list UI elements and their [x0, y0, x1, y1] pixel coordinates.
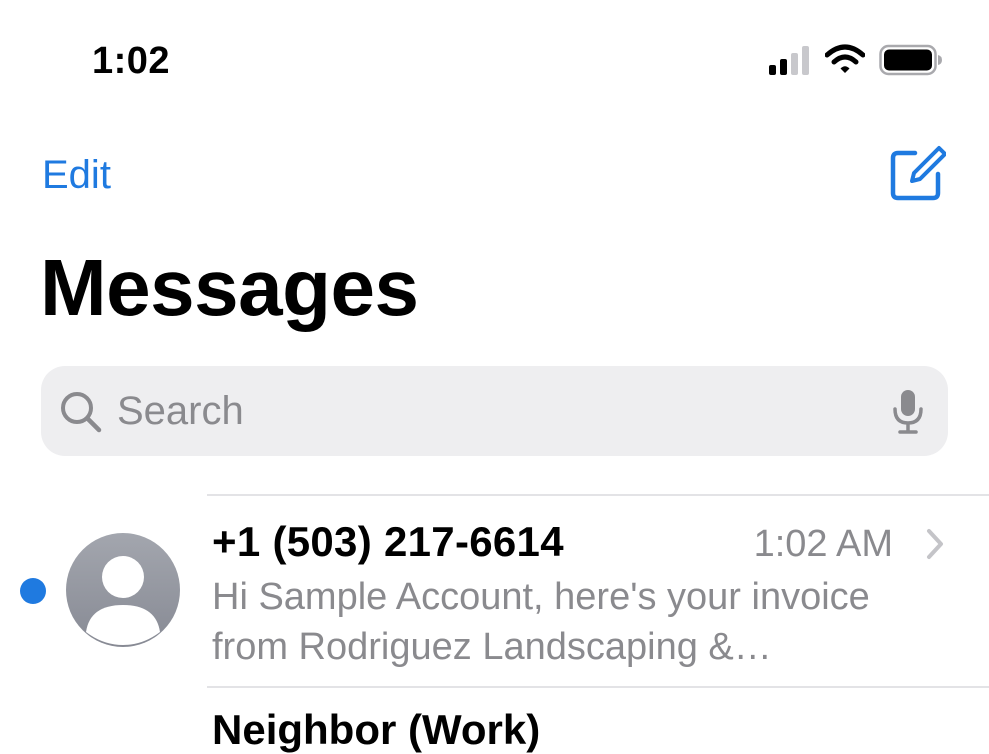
search-input[interactable] — [117, 384, 877, 438]
chevron-right-icon — [927, 529, 943, 559]
conversation-name: +1 (503) 217-6614 — [212, 518, 564, 565]
battery-icon — [879, 44, 942, 76]
conversation-time: 1:02 AM — [753, 523, 893, 565]
conversation-preview: Hi Sample Account, here's your invoice f… — [212, 576, 870, 668]
compose-icon — [890, 146, 947, 201]
status-icons — [767, 44, 943, 76]
status-time: 1:02 — [92, 40, 171, 82]
unread-indicator — [20, 578, 46, 604]
compose-button[interactable] — [888, 144, 947, 202]
edit-button[interactable]: Edit — [42, 153, 111, 198]
avatar — [66, 533, 180, 647]
person-icon — [86, 556, 160, 645]
search-bar[interactable] — [41, 366, 948, 456]
list-divider — [207, 686, 989, 688]
microphone-icon[interactable] — [892, 388, 924, 434]
conversation-name[interactable]: Neighbor (Work) — [212, 706, 540, 754]
wifi-icon — [825, 44, 865, 73]
conversation-row[interactable]: +1 (503) 217-6614 1:02 AM Hi Sample Acco… — [0, 496, 989, 686]
signal-icon — [769, 46, 809, 75]
search-icon — [61, 392, 102, 433]
page-title: Messages — [40, 243, 419, 332]
